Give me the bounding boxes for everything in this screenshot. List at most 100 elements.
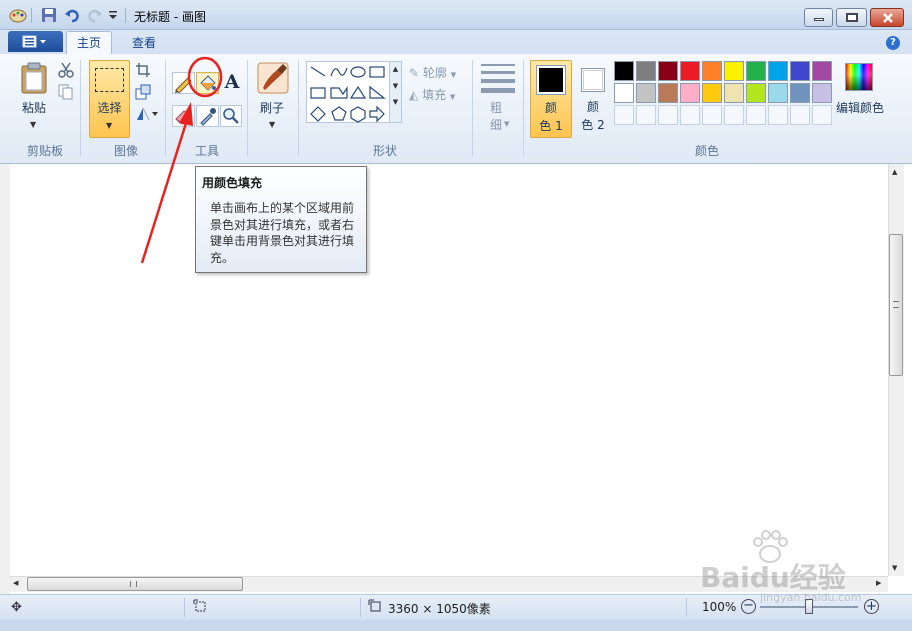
paste-dropdown-arrow-icon[interactable]: ▼ bbox=[30, 120, 36, 129]
palette-empty-swatch[interactable] bbox=[658, 105, 678, 125]
palette-empty-swatch[interactable] bbox=[790, 105, 810, 125]
palette-color-swatch[interactable] bbox=[614, 61, 634, 81]
select-button[interactable]: 选择 ▼ bbox=[89, 60, 130, 138]
shape-outline-dropdown-icon: ▼ bbox=[450, 71, 457, 79]
shape-fill-dropdown-icon: ▼ bbox=[449, 93, 456, 101]
shape-fill-button[interactable]: ◭ 填充 ▼ bbox=[409, 86, 469, 102]
paste-icon[interactable] bbox=[20, 62, 48, 94]
gallery-up-arrow-icon[interactable]: ▲ bbox=[390, 65, 401, 73]
palette-color-swatch[interactable] bbox=[812, 83, 832, 103]
palette-empty-swatch[interactable] bbox=[680, 105, 700, 125]
palette-color-swatch[interactable] bbox=[680, 61, 700, 81]
minimize-icon bbox=[814, 18, 824, 21]
color-2-label-1: 颜 bbox=[586, 100, 599, 114]
size-label-2[interactable]: 细 bbox=[486, 116, 506, 133]
group-separator bbox=[247, 60, 248, 156]
help-icon[interactable]: ? bbox=[886, 36, 900, 50]
size-dropdown-arrow-icon[interactable]: ▼ bbox=[504, 120, 509, 128]
palette-color-swatch[interactable] bbox=[636, 83, 656, 103]
color-2-swatch bbox=[583, 70, 603, 90]
gallery-down-arrow-icon[interactable]: ▼ bbox=[390, 82, 401, 90]
maximize-button[interactable] bbox=[836, 8, 867, 27]
cut-icon[interactable] bbox=[58, 62, 74, 81]
baidu-watermark: Baidu经验 jingyan.baidu.com bbox=[700, 530, 900, 606]
redo-icon[interactable] bbox=[87, 7, 103, 23]
color-1-label-1: 颜 bbox=[544, 101, 557, 115]
shapes-gallery-scroll[interactable]: ▲ ▼ ▼ bbox=[389, 61, 402, 123]
gallery-expand-icon[interactable]: ▼ bbox=[390, 98, 401, 106]
quick-access-divider bbox=[31, 8, 32, 23]
bottom-frame bbox=[0, 620, 912, 631]
palette-color-swatch[interactable] bbox=[790, 61, 810, 81]
watermark-url: jingyan.baidu.com bbox=[760, 591, 862, 604]
selection-size-icon bbox=[193, 599, 207, 616]
brushes-button-label[interactable]: 刷子 bbox=[252, 99, 292, 116]
paste-button-label[interactable]: 粘贴 bbox=[14, 99, 54, 116]
size-label-1[interactable]: 粗 bbox=[486, 99, 506, 116]
undo-icon[interactable] bbox=[64, 7, 80, 23]
color-1-button[interactable]: 颜 色 1 bbox=[530, 60, 572, 138]
shapes-group-label: 形状 bbox=[372, 144, 397, 158]
shape-outline-label: 轮廓 bbox=[422, 66, 447, 80]
minimize-button[interactable] bbox=[804, 8, 833, 27]
palette-empty-swatch[interactable] bbox=[724, 105, 744, 125]
group-separator bbox=[523, 60, 524, 156]
group-separator bbox=[472, 60, 473, 156]
shapes-gallery[interactable] bbox=[306, 61, 402, 123]
color-2-button[interactable]: 颜 色 2 bbox=[576, 60, 610, 138]
group-separator bbox=[298, 60, 299, 156]
palette-empty-swatch[interactable] bbox=[614, 105, 634, 125]
tab-home[interactable]: 主页 bbox=[66, 31, 112, 55]
shape-outline-button[interactable]: ✎ 轮廓 ▼ bbox=[409, 64, 469, 80]
vertical-scroll-thumb[interactable] bbox=[889, 234, 903, 376]
clipboard-group-label: 剪贴板 bbox=[26, 144, 63, 158]
palette-empty-swatch[interactable] bbox=[702, 105, 722, 125]
paint-app-icon[interactable] bbox=[9, 7, 27, 23]
palette-color-swatch[interactable] bbox=[658, 83, 678, 103]
palette-color-swatch[interactable] bbox=[680, 83, 700, 103]
palette-color-swatch[interactable] bbox=[768, 83, 788, 103]
cursor-position-icon: ✥ bbox=[11, 600, 22, 615]
customize-quick-access-icon[interactable] bbox=[108, 9, 124, 25]
horizontal-scroll-thumb[interactable] bbox=[27, 577, 243, 591]
select-dropdown-arrow-icon: ▼ bbox=[106, 121, 113, 130]
edit-colors-icon[interactable] bbox=[845, 63, 873, 91]
palette-empty-swatch[interactable] bbox=[636, 105, 656, 125]
palette-color-swatch[interactable] bbox=[636, 61, 656, 81]
palette-empty-swatch[interactable] bbox=[812, 105, 832, 125]
scroll-up-icon[interactable]: ▲ bbox=[892, 168, 897, 176]
application-menu-button[interactable] bbox=[8, 31, 63, 52]
group-separator bbox=[80, 60, 81, 156]
close-icon bbox=[883, 13, 893, 23]
palette-color-swatch[interactable] bbox=[658, 61, 678, 81]
color-1-label-2: 色 1 bbox=[539, 119, 563, 133]
save-icon[interactable] bbox=[41, 7, 57, 23]
palette-color-swatch[interactable] bbox=[790, 83, 810, 103]
palette-color-swatch[interactable] bbox=[702, 61, 722, 81]
colors-group-label: 颜色 bbox=[694, 144, 719, 158]
window-title: 无标题 - 画图 bbox=[134, 10, 206, 24]
palette-empty-swatch[interactable] bbox=[746, 105, 766, 125]
brushes-dropdown-arrow-icon[interactable]: ▼ bbox=[269, 120, 275, 129]
maximize-icon bbox=[846, 13, 858, 22]
palette-color-swatch[interactable] bbox=[812, 61, 832, 81]
annotation-circle bbox=[187, 56, 223, 98]
brushes-icon[interactable] bbox=[257, 62, 289, 94]
palette-empty-swatch[interactable] bbox=[768, 105, 788, 125]
edit-colors-label[interactable]: 编辑颜色 bbox=[834, 99, 886, 116]
palette-color-swatch[interactable] bbox=[614, 83, 634, 103]
color-1-swatch bbox=[539, 68, 563, 92]
palette-color-swatch[interactable] bbox=[702, 83, 722, 103]
palette-color-swatch[interactable] bbox=[724, 61, 744, 81]
palette-color-swatch[interactable] bbox=[768, 61, 788, 81]
color-1-swatch-frame bbox=[536, 65, 566, 95]
size-icon[interactable] bbox=[481, 64, 515, 93]
image-dimensions: 3360 × 1050像素 bbox=[388, 602, 491, 616]
palette-color-swatch[interactable] bbox=[746, 83, 766, 103]
scroll-left-icon[interactable]: ◀ bbox=[13, 579, 18, 587]
palette-color-swatch[interactable] bbox=[724, 83, 744, 103]
close-button[interactable] bbox=[870, 8, 904, 27]
copy-icon[interactable] bbox=[58, 84, 74, 103]
left-frame bbox=[0, 164, 10, 594]
palette-color-swatch[interactable] bbox=[746, 61, 766, 81]
